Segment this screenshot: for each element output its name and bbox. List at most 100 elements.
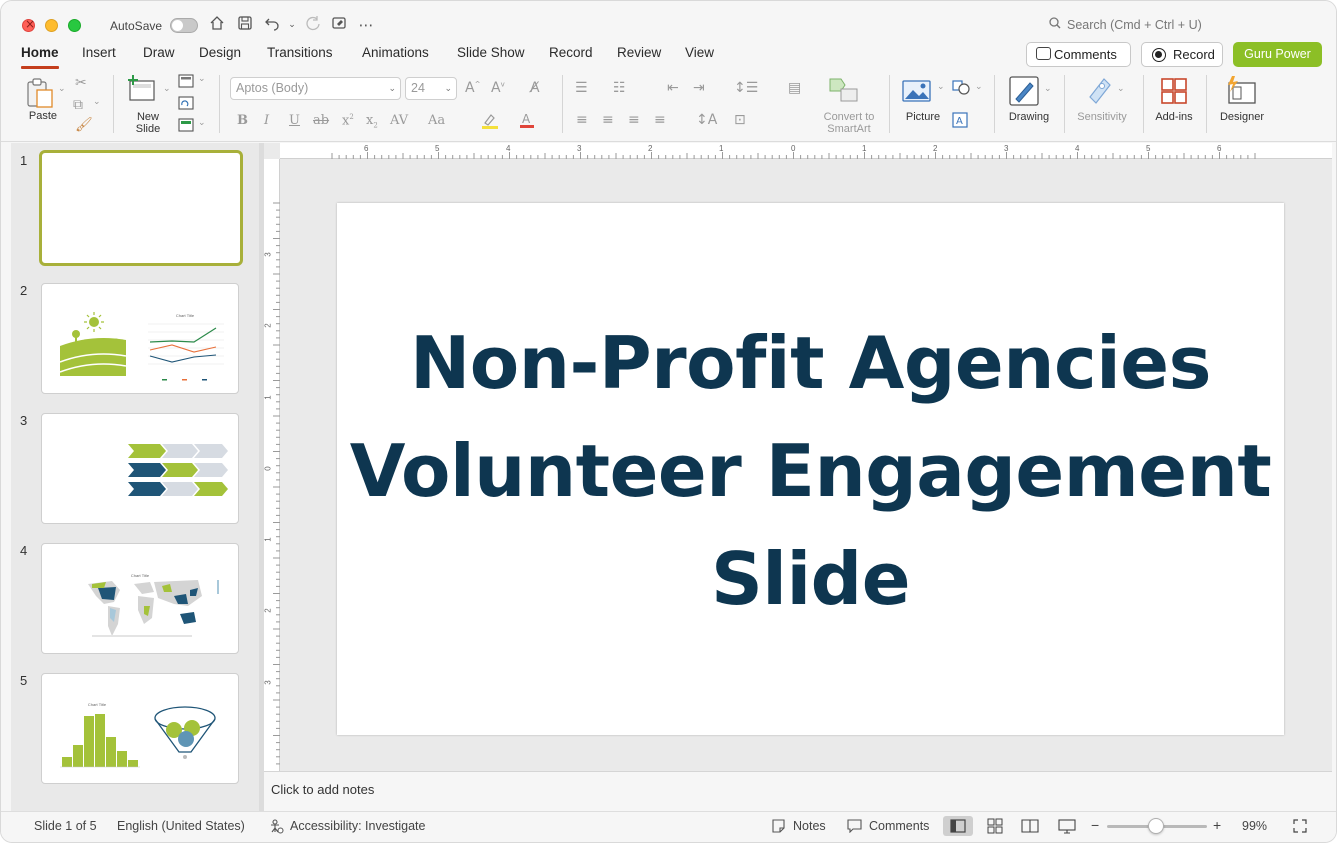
tab-slide-show[interactable]: Slide Show bbox=[457, 45, 525, 60]
slide-sorter-view-button[interactable] bbox=[980, 816, 1010, 836]
section-dropdown-icon[interactable]: ⌄ bbox=[198, 118, 206, 128]
text-direction-icon[interactable]: ↕A bbox=[696, 112, 717, 128]
picture-button[interactable] bbox=[902, 79, 932, 106]
layout-icon[interactable] bbox=[178, 74, 194, 92]
strikethrough-icon[interactable]: ab bbox=[313, 113, 329, 128]
tab-view[interactable]: View bbox=[685, 45, 714, 60]
bullets-icon[interactable]: ☰ bbox=[575, 80, 588, 96]
font-size-select[interactable]: 24 ⌄ bbox=[405, 77, 457, 100]
decrease-font-icon[interactable]: Av bbox=[491, 80, 505, 96]
slide-thumbnail-4[interactable]: Chart Title bbox=[41, 543, 239, 654]
numbering-icon[interactable]: ☷ bbox=[613, 80, 626, 96]
fit-to-window-icon[interactable] bbox=[1293, 819, 1307, 836]
search-box[interactable]: Search (Cmd + Ctrl + U) bbox=[1049, 17, 1279, 37]
redo-icon[interactable] bbox=[303, 15, 323, 35]
tab-animations[interactable]: Animations bbox=[362, 45, 429, 60]
comments-button[interactable]: Comments bbox=[1026, 42, 1131, 67]
align-right-icon[interactable]: ≡ bbox=[628, 112, 640, 128]
normal-view-button[interactable] bbox=[943, 816, 973, 836]
record-button[interactable]: Record bbox=[1141, 42, 1223, 67]
picture-dropdown-icon[interactable]: ⌄ bbox=[937, 82, 945, 92]
slide-show-view-button[interactable] bbox=[1052, 816, 1082, 836]
tab-insert[interactable]: Insert bbox=[82, 45, 116, 60]
minimize-window-button[interactable] bbox=[45, 19, 58, 32]
comments-toggle-icon[interactable] bbox=[847, 819, 862, 836]
layout-dropdown-icon[interactable]: ⌄ bbox=[198, 74, 206, 84]
change-case-icon[interactable]: Aa bbox=[428, 113, 445, 128]
superscript-icon[interactable]: x2 bbox=[342, 113, 354, 128]
new-slide-button[interactable] bbox=[127, 75, 159, 106]
sensitivity-dropdown-icon[interactable]: ⌄ bbox=[1117, 84, 1125, 94]
font-color-icon[interactable]: A bbox=[519, 112, 535, 133]
tab-record[interactable]: Record bbox=[549, 45, 593, 60]
notes-toggle-icon[interactable] bbox=[771, 819, 786, 836]
accessibility-status[interactable]: Accessibility: Investigate bbox=[290, 819, 425, 833]
comments-toggle-label[interactable]: Comments bbox=[869, 819, 929, 833]
columns-icon[interactable]: ▤ bbox=[788, 80, 801, 96]
bold-icon[interactable]: B bbox=[237, 113, 248, 128]
designer-button[interactable] bbox=[1225, 75, 1257, 108]
font-name-select[interactable]: Aptos (Body) ⌄ bbox=[230, 77, 401, 100]
close-window-button[interactable] bbox=[22, 17, 35, 32]
guru-power-button[interactable]: Guru Power bbox=[1233, 42, 1322, 67]
zoom-level[interactable]: 99% bbox=[1242, 819, 1267, 833]
align-text-icon[interactable]: ⊡ bbox=[734, 112, 746, 128]
accessibility-icon[interactable] bbox=[269, 819, 284, 837]
align-center-icon[interactable]: ≡ bbox=[602, 112, 614, 128]
shapes-dropdown-icon[interactable]: ⌄ bbox=[975, 82, 983, 92]
slide-thumbnail-3[interactable] bbox=[41, 413, 239, 524]
zoom-out-button[interactable]: − bbox=[1091, 817, 1099, 833]
shapes-icon[interactable] bbox=[952, 80, 972, 100]
maximize-window-button[interactable] bbox=[68, 19, 81, 32]
increase-indent-icon[interactable]: ⇥ bbox=[693, 80, 705, 96]
tab-transitions[interactable]: Transitions bbox=[267, 45, 333, 60]
increase-font-icon[interactable]: A^ bbox=[465, 80, 480, 96]
notes-pane[interactable]: Click to add notes bbox=[264, 771, 1332, 811]
reading-view-button[interactable] bbox=[1015, 816, 1045, 836]
autosave-toggle[interactable] bbox=[170, 18, 198, 33]
align-left-icon[interactable]: ≡ bbox=[576, 112, 588, 128]
text-box-icon[interactable]: A bbox=[952, 112, 968, 132]
add-ins-button[interactable] bbox=[1160, 77, 1188, 108]
cut-icon[interactable]: ✂ bbox=[75, 75, 87, 91]
slide-title[interactable]: Non-Profit Agencies Volunteer Engagement… bbox=[337, 309, 1284, 633]
copy-dropdown-icon[interactable]: ⌄ bbox=[93, 97, 101, 107]
italic-icon[interactable]: I bbox=[264, 113, 269, 128]
section-icon[interactable] bbox=[178, 118, 194, 136]
sensitivity-button[interactable] bbox=[1086, 75, 1114, 108]
justify-icon[interactable]: ≡ bbox=[654, 112, 666, 128]
zoom-slider-handle[interactable] bbox=[1148, 818, 1164, 834]
notes-placeholder[interactable]: Click to add notes bbox=[271, 782, 374, 797]
highlight-icon[interactable] bbox=[481, 113, 499, 133]
present-icon[interactable] bbox=[329, 15, 349, 35]
home-icon[interactable] bbox=[207, 15, 227, 35]
drawing-dropdown-icon[interactable]: ⌄ bbox=[1044, 84, 1052, 94]
tab-draw[interactable]: Draw bbox=[143, 45, 175, 60]
undo-dropdown-icon[interactable]: ⌄ bbox=[282, 15, 302, 35]
new-slide-dropdown-icon[interactable]: ⌄ bbox=[163, 84, 171, 94]
clear-formatting-icon[interactable]: A̸ bbox=[530, 80, 540, 96]
drawing-button[interactable] bbox=[1008, 75, 1040, 110]
slide-thumbnail-2[interactable]: Chart Title bbox=[41, 283, 239, 394]
undo-icon[interactable] bbox=[262, 15, 282, 35]
reset-slide-icon[interactable] bbox=[178, 96, 194, 114]
tab-home[interactable]: Home bbox=[21, 45, 59, 69]
copy-icon[interactable]: ⧉ bbox=[73, 97, 83, 113]
subscript-icon[interactable]: x2 bbox=[366, 113, 378, 130]
language-indicator[interactable]: English (United States) bbox=[117, 819, 245, 833]
zoom-in-button[interactable]: + bbox=[1213, 817, 1221, 833]
slide-thumbnail-1[interactable] bbox=[39, 150, 243, 266]
character-spacing-icon[interactable]: AV bbox=[390, 113, 408, 128]
save-icon[interactable] bbox=[235, 15, 255, 35]
underline-icon[interactable]: U bbox=[289, 113, 300, 128]
tab-design[interactable]: Design bbox=[199, 45, 241, 60]
slide-canvas[interactable]: Non-Profit Agencies Volunteer Engagement… bbox=[337, 203, 1284, 735]
paste-button[interactable] bbox=[25, 77, 55, 112]
slide-thumbnail-5[interactable]: Chart Title bbox=[41, 673, 239, 784]
format-painter-icon[interactable]: 🖌 bbox=[75, 117, 93, 133]
notes-toggle-label[interactable]: Notes bbox=[793, 819, 826, 833]
more-options-icon[interactable]: ⋯ bbox=[356, 15, 376, 35]
decrease-indent-icon[interactable]: ⇤ bbox=[667, 80, 679, 96]
paste-dropdown-icon[interactable]: ⌄ bbox=[58, 84, 66, 94]
line-spacing-icon[interactable]: ↕☰ bbox=[734, 80, 758, 96]
